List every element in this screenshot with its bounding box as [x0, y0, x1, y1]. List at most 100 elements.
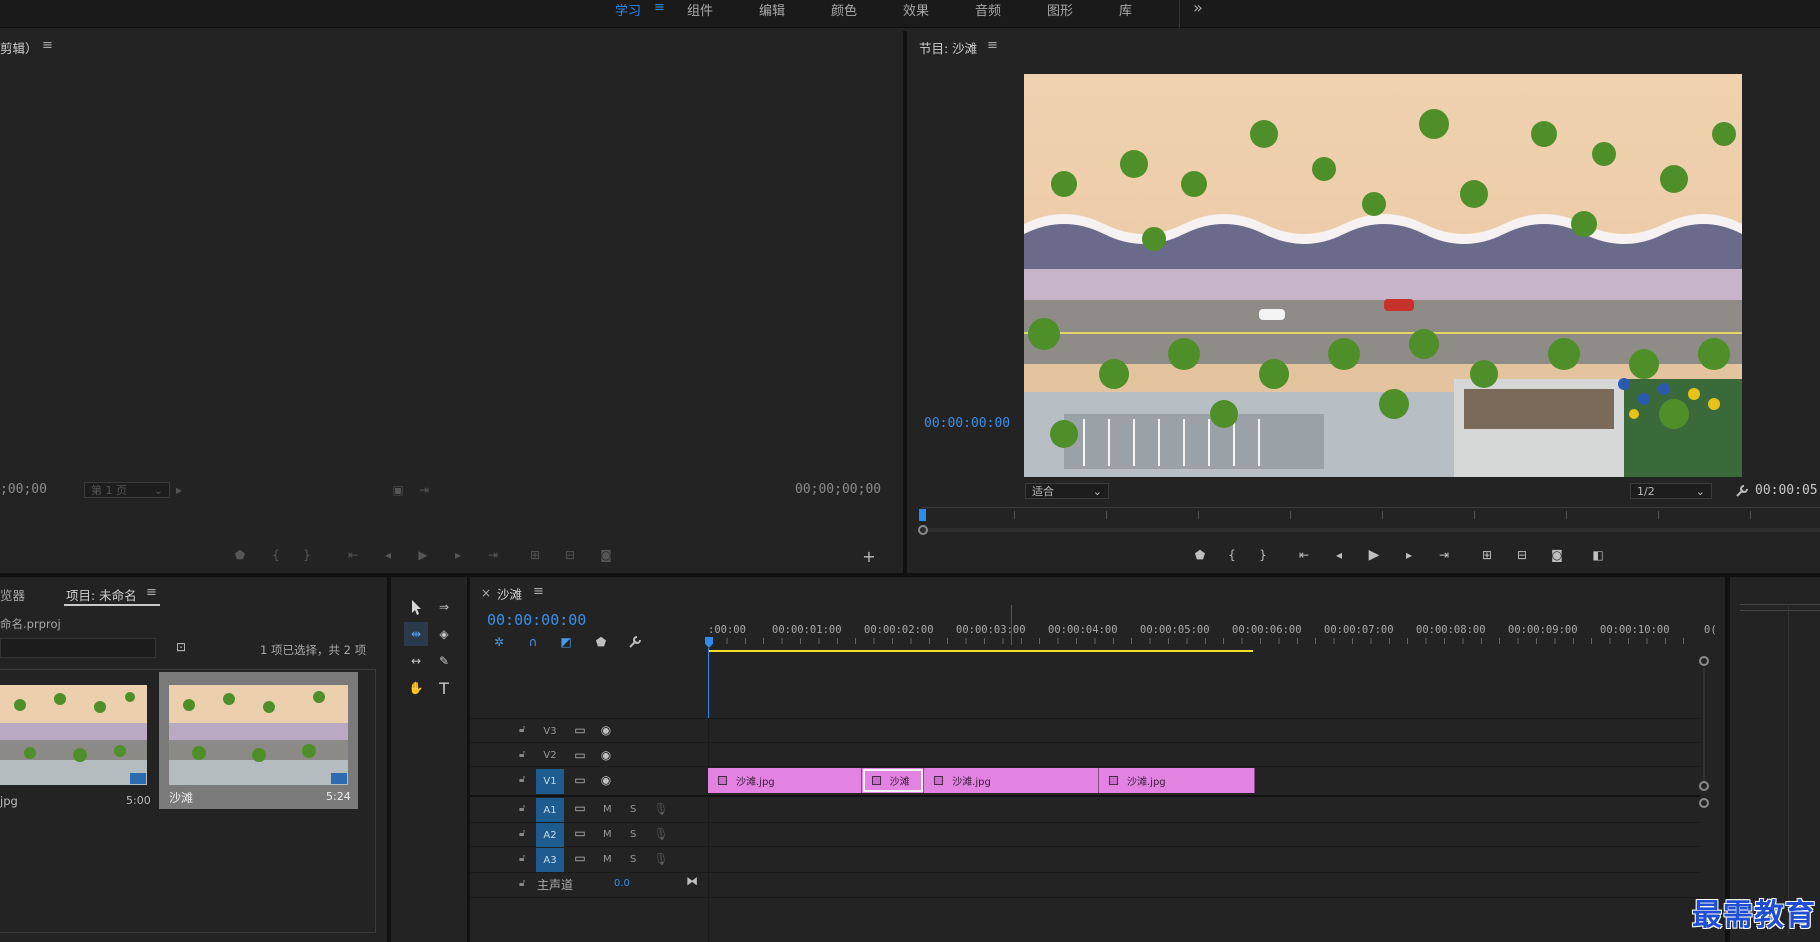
workspace-tab-libraries[interactable]: 库 [1119, 0, 1132, 19]
tab-project[interactable]: 项目: 未命名 [66, 585, 137, 604]
timeline-timecode[interactable]: 00:00:00:00 [487, 611, 586, 629]
track-select-tool-icon[interactable]: ⇒ [432, 595, 456, 619]
track-label-a3[interactable]: A3 [536, 848, 564, 872]
resolution-select[interactable]: 1/2 ⌄ [1630, 483, 1712, 499]
add-marker-icon[interactable]: ⬟ [1191, 546, 1209, 564]
lock-icon[interactable]: 🔓︎ [519, 803, 529, 815]
solo-button[interactable]: S [630, 829, 636, 840]
settings-wrench-icon[interactable] [1733, 482, 1751, 500]
sync-lock-icon[interactable]: ▭ [571, 721, 589, 739]
mute-button[interactable]: M [603, 854, 612, 865]
vertical-zoom-knob[interactable] [1699, 656, 1709, 666]
timeline-clip[interactable]: 沙滩.jpg [924, 768, 1099, 793]
workspace-tab-graphics[interactable]: 图形 [1047, 0, 1073, 19]
lock-icon[interactable]: 🔓︎ [519, 878, 529, 890]
lock-icon[interactable]: 🔓︎ [519, 828, 529, 840]
timeline-settings-wrench-icon[interactable] [626, 633, 644, 651]
sequence-tab[interactable]: 沙滩 [497, 584, 522, 603]
program-zoom-bar[interactable] [922, 528, 1820, 532]
type-tool-icon[interactable]: T [432, 676, 456, 700]
mark-out-icon[interactable]: } [298, 546, 316, 564]
sync-lock-icon[interactable]: ▭ [571, 824, 589, 842]
microphone-icon[interactable]: 🎙︎ [652, 850, 670, 868]
program-monitor-title[interactable]: 节目: 沙滩 [919, 38, 977, 57]
lock-icon[interactable]: 🔓︎ [519, 724, 529, 736]
add-marker-icon[interactable]: ⬟ [231, 546, 249, 564]
microphone-icon[interactable]: 🎙︎ [652, 800, 670, 818]
eye-icon[interactable]: ◉ [597, 721, 615, 739]
track-label-a1[interactable]: A1 [536, 798, 564, 822]
program-timecode-current[interactable]: 00:00:00:00 [924, 416, 1010, 431]
track-label-v2[interactable]: V2 [536, 744, 564, 766]
track-label-a2[interactable]: A2 [536, 823, 564, 847]
lock-icon[interactable]: 🔓︎ [519, 853, 529, 865]
eye-icon[interactable]: ◉ [597, 771, 615, 789]
workspace-tab-color[interactable]: 颜色 [831, 0, 857, 19]
vertical-scrollbar[interactable] [1703, 668, 1705, 781]
play-icon[interactable]: ▶ [1365, 546, 1383, 564]
mark-out-icon[interactable]: } [1254, 546, 1272, 564]
mute-button[interactable]: M [603, 804, 612, 815]
play-icon[interactable]: ▶ [414, 546, 432, 564]
solo-button[interactable]: S [630, 804, 636, 815]
workspace-tab-assembly[interactable]: 组件 [687, 0, 713, 19]
project-menu-icon[interactable]: ≡ [146, 585, 157, 600]
master-volume-value[interactable]: 0.0 [614, 878, 630, 889]
program-playhead[interactable] [919, 509, 926, 521]
program-zoom-handle[interactable] [918, 525, 928, 535]
lift-icon[interactable]: ⊞ [1478, 546, 1496, 564]
microphone-icon[interactable]: 🎙︎ [652, 825, 670, 843]
add-marker-icon[interactable]: ⬟ [592, 633, 610, 651]
hand-tool-icon[interactable]: ✋ [404, 676, 428, 700]
project-search-input[interactable] [0, 638, 156, 658]
pen-tool-icon[interactable]: ✎ [432, 649, 456, 673]
export-frame-icon[interactable]: ◙ [597, 546, 615, 564]
workspace-overflow-icon[interactable]: » [1193, 0, 1203, 17]
selection-tool-icon[interactable] [404, 595, 428, 619]
tab-media-browser[interactable]: 览器 [0, 585, 25, 604]
timeline-menu-icon[interactable]: ≡ [533, 584, 544, 599]
lock-icon[interactable]: 🔓︎ [519, 749, 529, 761]
nest-toggle-icon[interactable]: ✲ [490, 633, 508, 651]
source-monitor-title[interactable]: 剪辑） [0, 38, 38, 57]
play-small-icon[interactable]: ▸ [170, 481, 188, 499]
close-sequence-icon[interactable]: × [481, 586, 491, 600]
insert-icon[interactable]: ⊞ [526, 546, 544, 564]
source-timecode-current[interactable]: ;00;00 [0, 482, 47, 497]
timeline-clip[interactable]: 沙滩 [861, 768, 925, 793]
comparison-view-icon[interactable]: ◧ [1589, 546, 1607, 564]
step-back-icon[interactable]: ◂ [379, 546, 397, 564]
extract-icon[interactable]: ⊟ [1513, 546, 1531, 564]
timeline-clip[interactable]: 沙滩.jpg [1099, 768, 1256, 793]
track-label-v1[interactable]: V1 [536, 769, 564, 794]
step-forward-icon[interactable]: ▸ [449, 546, 467, 564]
fit-select[interactable]: 适合 ⌄ [1025, 483, 1109, 499]
razor-tool-icon[interactable]: ◈ [432, 622, 456, 646]
vertical-zoom-knob[interactable] [1699, 798, 1709, 808]
timeline-clip[interactable]: 沙滩.jpg [708, 768, 862, 793]
workspace-tab-editing[interactable]: 编辑 [759, 0, 785, 19]
sync-lock-icon[interactable]: ▭ [571, 771, 589, 789]
export-frame-icon[interactable]: ◙ [1548, 546, 1566, 564]
workspace-tab-effects[interactable]: 效果 [903, 0, 929, 19]
sync-lock-icon[interactable]: ▭ [571, 746, 589, 764]
source-menu-icon[interactable]: ≡ [42, 38, 53, 53]
go-to-out-icon[interactable]: ⇥ [484, 546, 502, 564]
mute-button[interactable]: M [603, 829, 612, 840]
mark-in-icon[interactable]: { [1223, 546, 1241, 564]
master-go-to-icon[interactable]: ⧓ [683, 872, 701, 890]
solo-button[interactable]: S [630, 854, 636, 865]
sync-lock-icon[interactable]: ▭ [571, 849, 589, 867]
lock-icon[interactable]: 🔓︎ [519, 774, 529, 786]
step-back-icon[interactable]: ◂ [1330, 546, 1348, 564]
find-icon[interactable]: ⊡ [172, 638, 190, 656]
overwrite-icon[interactable]: ⊟ [561, 546, 579, 564]
linked-selection-icon[interactable]: ◩ [557, 633, 575, 651]
eye-icon[interactable]: ◉ [597, 746, 615, 764]
source-page-select[interactable]: 第 1 页 ⌄ [84, 482, 170, 498]
go-to-in-icon[interactable]: ⇤ [1295, 546, 1313, 564]
program-menu-icon[interactable]: ≡ [987, 38, 998, 53]
step-forward-icon[interactable]: ▸ [1400, 546, 1418, 564]
mark-in-icon[interactable]: { [267, 546, 285, 564]
go-to-in-icon[interactable]: ⇤ [344, 546, 362, 564]
